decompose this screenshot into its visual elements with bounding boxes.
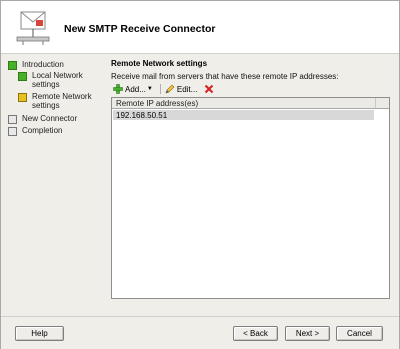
pending-status-icon — [8, 115, 17, 124]
wizard-window: New SMTP Receive Connector Introduction … — [0, 0, 400, 349]
list-item[interactable]: 192.168.50.51 — [113, 110, 374, 120]
wizard-header: New SMTP Receive Connector — [1, 1, 399, 54]
remote-ip-list[interactable]: Remote IP address(es) 192.168.50.51 — [111, 97, 390, 299]
add-label: Add... — [125, 84, 146, 94]
help-button[interactable]: Help — [15, 326, 64, 341]
pencil-icon — [165, 84, 175, 94]
main-panel: Remote Network settings Receive mail fro… — [107, 54, 397, 316]
cancel-button[interactable]: Cancel — [336, 326, 383, 341]
red-x-icon — [205, 84, 214, 94]
back-button[interactable]: < Back — [233, 326, 278, 341]
wizard-title: New SMTP Receive Connector — [64, 23, 216, 35]
nav-item-local-network[interactable]: Local Network settings — [18, 71, 102, 89]
nav-item-label: Completion — [22, 126, 63, 135]
section-title: Remote Network settings — [111, 59, 208, 68]
current-status-icon — [18, 93, 27, 102]
toolbar: Add... ▼ Edit... — [111, 83, 218, 95]
nav-item-introduction[interactable]: Introduction — [8, 60, 64, 70]
add-button[interactable]: Add... ▼ — [111, 83, 158, 95]
pending-status-icon — [8, 127, 17, 136]
smtp-connector-icon — [16, 11, 50, 45]
section-description: Receive mail from servers that have thes… — [111, 72, 339, 81]
wizard-nav: Introduction Local Network settings Remo… — [1, 54, 104, 316]
column-header-filler — [376, 98, 389, 109]
column-header-remote-ip[interactable]: Remote IP address(es) — [112, 98, 376, 109]
nav-item-label: Remote Network settings — [32, 92, 92, 110]
nav-item-label: Local Network settings — [32, 71, 83, 89]
edit-button[interactable]: Edit... — [163, 83, 199, 95]
nav-item-new-connector[interactable]: New Connector — [8, 114, 77, 124]
wizard-footer: Help < Back Next > Cancel — [1, 316, 399, 349]
nav-item-remote-network[interactable]: Remote Network settings — [18, 92, 102, 110]
edit-label: Edit... — [176, 84, 198, 94]
nav-item-label: Introduction — [22, 60, 64, 69]
chevron-down-icon[interactable]: ▼ — [147, 86, 153, 92]
nav-item-completion[interactable]: Completion — [8, 126, 62, 136]
ip-address-cell: 192.168.50.51 — [116, 111, 168, 120]
delete-button[interactable] — [202, 83, 218, 95]
toolbar-separator — [159, 84, 161, 94]
complete-status-icon — [8, 61, 17, 70]
nav-item-label: New Connector — [22, 114, 78, 123]
next-button[interactable]: Next > — [285, 326, 330, 341]
column-header-label: Remote IP address(es) — [116, 99, 199, 108]
complete-status-icon — [18, 72, 27, 81]
add-icon — [113, 84, 123, 94]
